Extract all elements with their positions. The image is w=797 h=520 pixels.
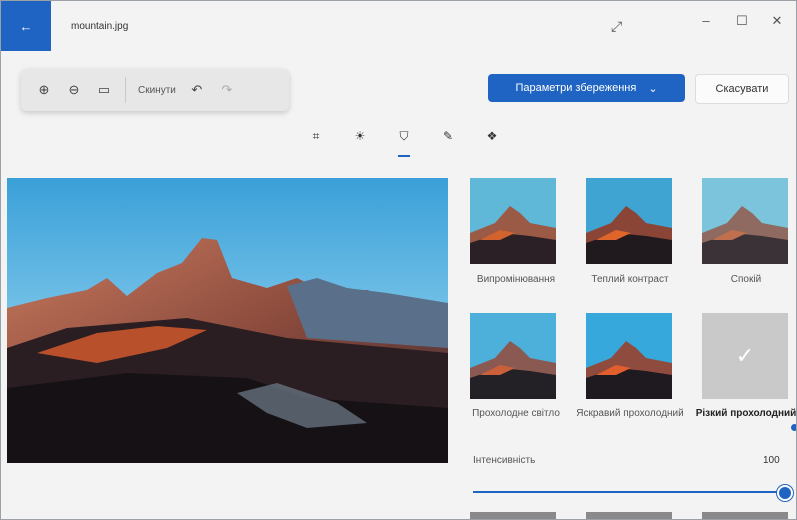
- photos-editor-window: ← mountain.jpg ⤢ – ☐ ✕ ⊕ ⊖ ▭ Скинути ↶ ↷…: [0, 0, 797, 520]
- more-tools-icon[interactable]: ❖: [477, 129, 507, 151]
- title-bar: ← mountain.jpg ⤢ – ☐ ✕: [1, 1, 796, 51]
- filter-thumbnail-cool-light[interactable]: [470, 313, 556, 399]
- checkmark-icon: ✓: [735, 343, 755, 368]
- reset-button[interactable]: Скинути: [132, 85, 182, 96]
- close-button[interactable]: ✕: [767, 13, 787, 29]
- fit-to-window-icon[interactable]: ▭: [89, 82, 119, 98]
- chevron-down-icon: ⌄: [648, 82, 658, 95]
- filter-thumbnail-sharp-cool[interactable]: ✓: [702, 313, 788, 399]
- undo-icon[interactable]: ↶: [182, 82, 212, 98]
- filter-thumbnail-warm-contrast[interactable]: [586, 178, 672, 264]
- intensity-slider-track[interactable]: [473, 491, 783, 493]
- maximize-button[interactable]: ☐: [732, 13, 752, 29]
- filter-thumbnail-radiate[interactable]: [470, 178, 556, 264]
- markup-tool-icon[interactable]: ✎: [433, 129, 463, 151]
- cancel-button[interactable]: Скасувати: [695, 74, 789, 104]
- adjust-tool-icon[interactable]: ☀: [345, 129, 375, 151]
- filter-thumbnail-partial: [586, 512, 672, 519]
- minimize-button[interactable]: –: [696, 13, 716, 28]
- expand-icon[interactable]: ⤢: [611, 18, 622, 35]
- filter-label-vivid-cool: Яскравий прохолодний: [576, 408, 684, 419]
- zoom-out-icon[interactable]: ⊖: [59, 82, 89, 98]
- toolbar-divider: [125, 77, 126, 103]
- redo-icon[interactable]: ↷: [212, 82, 242, 98]
- tool-tabs: ⌗ ☀ ⛉ ✎ ❖: [301, 129, 507, 157]
- filter-label-radiate: Випромінювання: [476, 274, 556, 285]
- filter-thumbnail-calm[interactable]: [702, 178, 788, 264]
- crop-tool-icon[interactable]: ⌗: [301, 129, 331, 151]
- save-options-label: Параметри збереження: [515, 82, 637, 94]
- edit-toolbar: ⊕ ⊖ ▭ Скинути ↶ ↷: [21, 69, 289, 111]
- intensity-label: Інтенсивність: [473, 455, 536, 466]
- filters-tool-icon[interactable]: ⛉: [389, 129, 419, 157]
- filter-label-sharp-cool: Різкий прохолодний: [695, 408, 796, 419]
- zoom-in-icon[interactable]: ⊕: [29, 82, 59, 98]
- back-button[interactable]: ←: [1, 1, 51, 51]
- window-title: mountain.jpg: [71, 21, 129, 32]
- intensity-slider-thumb[interactable]: [777, 485, 793, 501]
- filter-thumbnail-partial: [702, 512, 788, 519]
- back-arrow-icon: ←: [19, 18, 33, 34]
- filter-label-warm-contrast: Теплий контраст: [591, 274, 669, 285]
- selection-indicator-dot: [791, 424, 796, 431]
- filter-label-cool-light: Прохолодне світло: [472, 408, 560, 419]
- filters-panel: Випромінювання Теплий контраст Спокій ✓ …: [457, 178, 796, 519]
- filter-label-calm: Спокій: [730, 274, 762, 285]
- save-options-button[interactable]: Параметри збереження ⌄: [488, 74, 685, 102]
- photo-preview: [7, 178, 448, 463]
- filter-thumbnail-vivid-cool[interactable]: [586, 313, 672, 399]
- filter-thumbnail-partial: [470, 512, 556, 519]
- intensity-value: 100: [763, 455, 780, 466]
